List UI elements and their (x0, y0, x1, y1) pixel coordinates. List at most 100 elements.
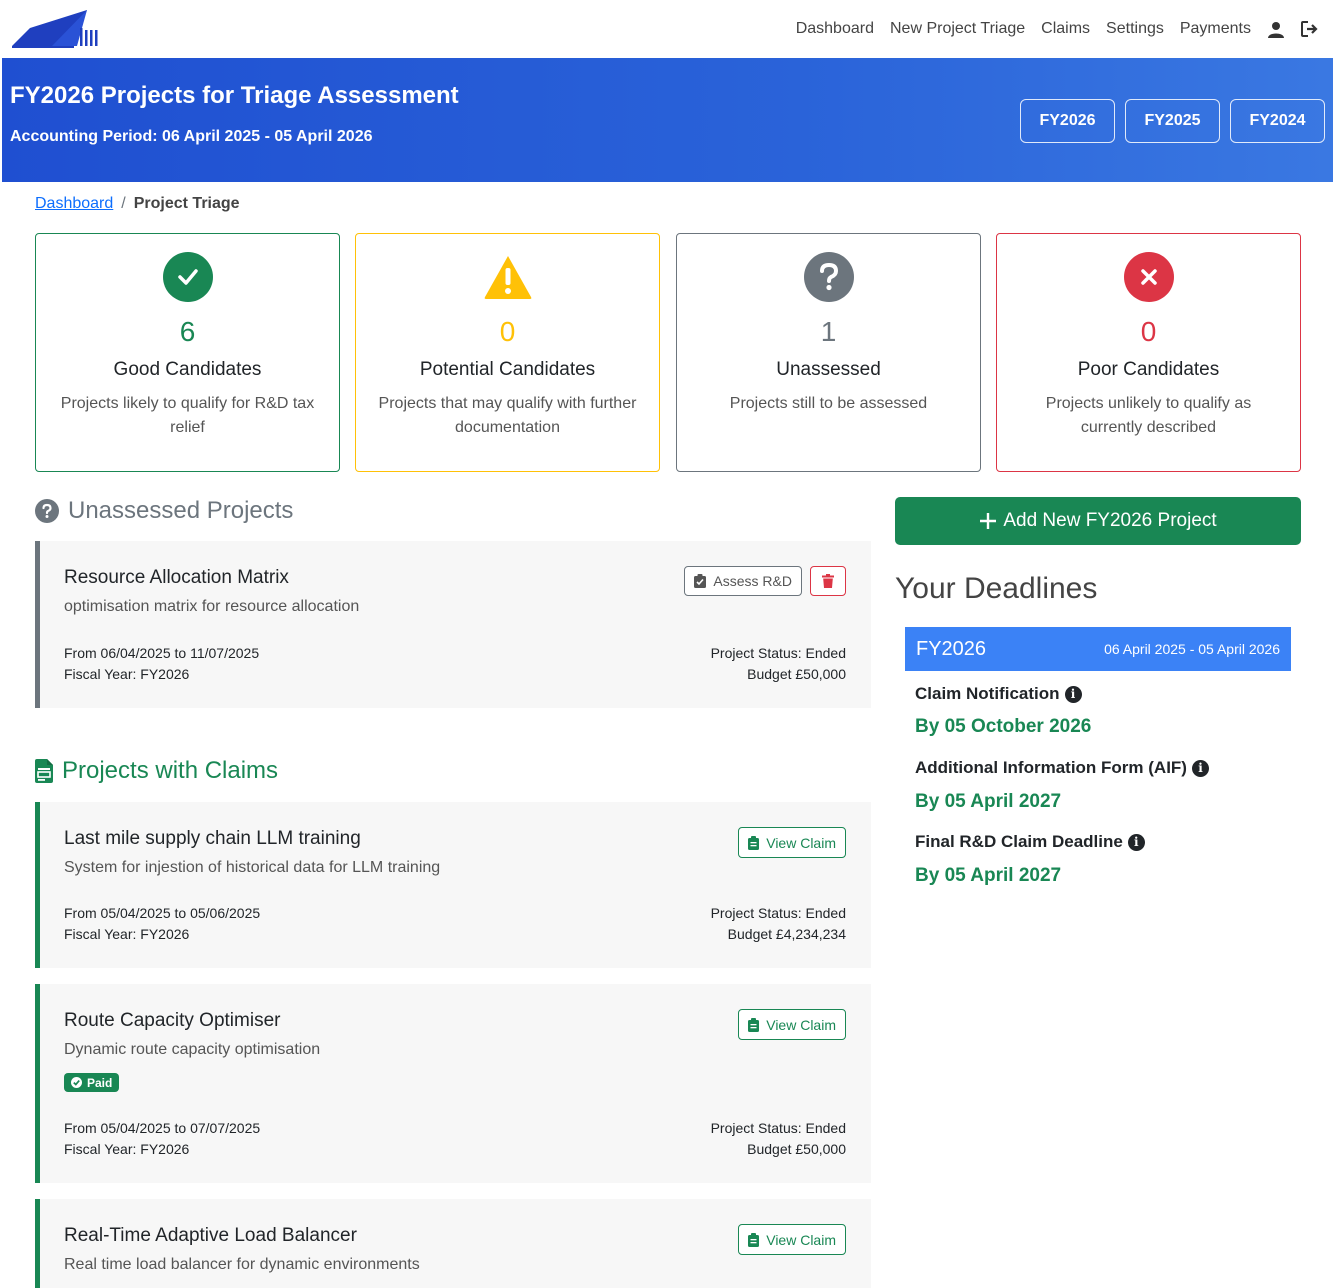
company-logo[interactable] (12, 8, 102, 50)
fy2026-button[interactable]: FY2026 (1020, 99, 1115, 143)
nav-payments[interactable]: Payments (1180, 20, 1251, 38)
project-dates: From 06/04/2025 to 11/07/2025 (64, 645, 260, 661)
x-circle-icon (1123, 252, 1174, 302)
stat-card-unassessed[interactable]: 1 Unassessed Projects still to be assess… (676, 233, 981, 472)
stat-count: 0 (499, 316, 516, 347)
project-title: Real-Time Adaptive Load Balancer (64, 1225, 357, 1246)
page-title: FY2026 Projects for Triage Assessment (10, 82, 459, 109)
project-dates: From 05/04/2025 to 07/07/2025 (64, 1120, 261, 1136)
nav-new-project-triage[interactable]: New Project Triage (890, 20, 1025, 38)
fiscal-year-selector: FY2026 FY2025 FY2024 (1020, 99, 1325, 143)
breadcrumb-dashboard-link[interactable]: Dashboard (35, 195, 113, 213)
project-fiscal-year: Fiscal Year: FY2026 (64, 926, 190, 942)
top-navbar: Dashboard New Project Triage Claims Sett… (0, 0, 1343, 58)
project-description: System for injestion of historical data … (64, 859, 441, 876)
fy2024-button[interactable]: FY2024 (1230, 99, 1325, 143)
project-status: Project Status: Ended (710, 905, 846, 921)
project-description: Real time load balancer for dynamic envi… (64, 1256, 420, 1273)
deadline-label-aif: Additional Information Form (AIF) i (915, 758, 1209, 778)
view-claim-button[interactable]: View Claim (738, 1224, 846, 1255)
project-fiscal-year: Fiscal Year: FY2026 (64, 1141, 190, 1157)
project-budget: Budget £50,000 (747, 666, 846, 682)
stat-card-potential[interactable]: 0 Potential Candidates Projects that may… (355, 233, 660, 472)
nav-dashboard[interactable]: Dashboard (796, 20, 874, 38)
claim-project-card[interactable]: Route Capacity Optimiser Dynamic route c… (35, 984, 871, 1183)
project-title: Last mile supply chain LLM training (64, 828, 361, 849)
nav-links: Dashboard New Project Triage Claims Sett… (796, 0, 1319, 58)
stat-count: 1 (820, 316, 837, 347)
file-invoice-icon (35, 759, 53, 783)
deadline-date: By 05 October 2026 (915, 716, 1092, 737)
deadline-date: By 05 April 2027 (915, 791, 1062, 812)
stat-description: Projects that may qualify with further d… (378, 395, 637, 436)
page-header-banner: FY2026 Projects for Triage Assessment Ac… (2, 58, 1333, 182)
claim-project-card[interactable]: Last mile supply chain LLM training Syst… (35, 802, 871, 968)
delete-button[interactable] (810, 566, 846, 596)
trash-icon (822, 574, 834, 588)
deadline-label-final-claim: Final R&D Claim Deadline i (915, 832, 1145, 852)
assess-rd-button[interactable]: Assess R&D (684, 566, 802, 596)
clipboard-icon (748, 835, 760, 850)
project-actions: View Claim (738, 1009, 846, 1040)
logout-icon[interactable] (1301, 20, 1319, 38)
project-actions: View Claim (738, 827, 846, 858)
nav-claims[interactable]: Claims (1041, 20, 1090, 38)
clipboard-check-icon (694, 574, 707, 588)
project-title: Route Capacity Optimiser (64, 1010, 281, 1031)
project-description: optimisation matrix for resource allocat… (64, 598, 360, 615)
stat-card-good[interactable]: 6 Good Candidates Projects likely to qua… (35, 233, 340, 472)
warning-triangle-icon (483, 252, 533, 302)
plus-icon (980, 513, 997, 529)
nav-settings[interactable]: Settings (1106, 20, 1164, 38)
project-actions: Assess R&D (684, 566, 846, 596)
deadline-fy-range: 06 April 2025 - 05 April 2026 (1104, 641, 1280, 657)
view-claim-button[interactable]: View Claim (738, 827, 846, 858)
project-budget: Budget £50,000 (747, 1141, 846, 1157)
breadcrumb-separator: / (121, 195, 126, 212)
project-actions: View Claim (738, 1224, 846, 1255)
accounting-period: Accounting Period: 06 April 2025 - 05 Ap… (10, 128, 373, 145)
add-new-project-label: Add New FY2026 Project (1003, 510, 1217, 531)
paid-label: Paid (87, 1075, 113, 1090)
user-icon[interactable] (1267, 20, 1285, 38)
claim-project-card[interactable]: Real-Time Adaptive Load Balancer Real ti… (35, 1199, 871, 1288)
question-circle-icon (803, 252, 854, 302)
project-budget: Budget £4,234,234 (727, 926, 846, 942)
question-circle-icon (35, 499, 59, 523)
project-status: Project Status: Ended (710, 1120, 846, 1136)
project-card[interactable]: Resource Allocation Matrix optimisation … (35, 541, 871, 708)
deadline-fy-label: FY2026 (916, 637, 987, 660)
assess-rd-label: Assess R&D (713, 573, 792, 589)
fy2025-button[interactable]: FY2025 (1125, 99, 1220, 143)
clipboard-icon (748, 1232, 760, 1247)
stat-description: Projects likely to qualify for R&D tax r… (60, 395, 315, 436)
stat-count: 0 (1140, 316, 1157, 347)
breadcrumb-current: Project Triage (133, 195, 240, 212)
check-circle-icon (162, 252, 213, 302)
deadline-label-claim-notification: Claim Notification i (915, 684, 1082, 704)
project-fiscal-year: Fiscal Year: FY2026 (64, 666, 190, 682)
stat-label: Potential Candidates (419, 359, 596, 380)
view-claim-label: View Claim (766, 834, 836, 851)
info-icon[interactable]: i (1064, 685, 1082, 703)
section-title: Projects with Claims (62, 757, 279, 784)
stat-card-poor[interactable]: 0 Poor Candidates Projects unlikely to q… (996, 233, 1301, 472)
info-icon[interactable]: i (1127, 833, 1145, 851)
info-icon[interactable]: i (1191, 759, 1209, 777)
project-status: Project Status: Ended (710, 645, 846, 661)
stat-label: Poor Candidates (1077, 359, 1220, 380)
project-description: Dynamic route capacity optimisation (64, 1041, 321, 1058)
deadline-fy-banner: FY2026 06 April 2025 - 05 April 2026 (905, 627, 1291, 671)
stat-description: Projects still to be assessed (729, 395, 928, 412)
clipboard-icon (748, 1017, 760, 1032)
view-claim-button[interactable]: View Claim (738, 1009, 846, 1040)
check-circle-icon (71, 1077, 82, 1088)
add-new-project-button[interactable]: Add New FY2026 Project (895, 497, 1301, 545)
project-title: Resource Allocation Matrix (64, 567, 289, 588)
deadlines-title: Your Deadlines (895, 572, 1098, 605)
stat-label: Unassessed (776, 359, 881, 380)
deadline-date: By 05 April 2027 (915, 865, 1062, 886)
section-title: Unassessed Projects (68, 497, 294, 524)
view-claim-label: View Claim (766, 1231, 836, 1248)
stat-count: 6 (179, 316, 196, 347)
